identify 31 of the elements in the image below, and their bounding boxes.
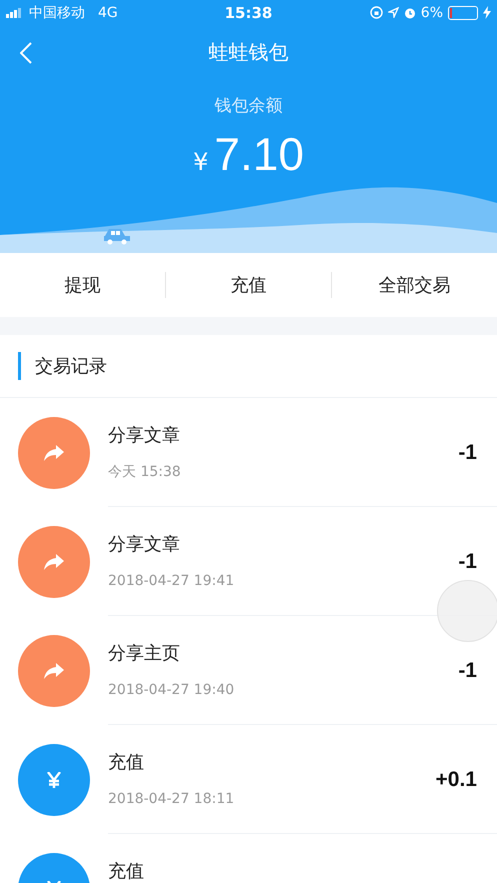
section-title: 交易记录 — [35, 355, 107, 378]
transaction-title: 分享文章 — [108, 534, 181, 554]
balance-label: 钱包余额 — [214, 95, 282, 117]
transaction-title: 分享主页 — [108, 644, 181, 664]
transaction-title: 分享文章 — [108, 426, 181, 446]
transaction-row[interactable]: 充值 2018-04-27 18:11 +0.1 — [0, 725, 497, 834]
location-icon — [388, 7, 399, 18]
charging-icon — [483, 6, 491, 19]
transaction-time: 今天 15:38 — [108, 464, 182, 480]
transaction-time: 2018-04-27 18:11 — [108, 790, 236, 806]
transaction-time: 2018-04-27 19:41 — [108, 572, 236, 588]
status-time: 15:38 — [224, 4, 272, 22]
alarm-icon — [404, 6, 416, 18]
transaction-title: 充值 — [108, 862, 145, 882]
transaction-amount: +0.1 — [436, 768, 477, 792]
currency-symbol: ¥ — [193, 148, 208, 176]
transaction-time: 2018-04-27 19:40 — [108, 682, 236, 698]
battery-percent: 6% — [420, 4, 443, 20]
network-type: 4G — [98, 4, 118, 20]
transaction-row[interactable]: 分享文章 今天 15:38 -1 — [0, 398, 497, 507]
signal-icon — [6, 8, 24, 18]
transaction-amount: -1 — [458, 550, 477, 574]
battery-icon — [448, 6, 478, 20]
transaction-amount: -1 — [458, 658, 477, 682]
transaction-title: 充值 — [108, 752, 145, 772]
balance-amount: 7.10 — [214, 131, 304, 177]
car-icon — [102, 227, 132, 245]
carrier-name: 中国移动 — [29, 4, 85, 22]
page-title: 蛙蛙钱包 — [208, 39, 288, 66]
rotation-lock-icon — [370, 6, 383, 19]
transaction-amount: -1 — [458, 440, 477, 464]
